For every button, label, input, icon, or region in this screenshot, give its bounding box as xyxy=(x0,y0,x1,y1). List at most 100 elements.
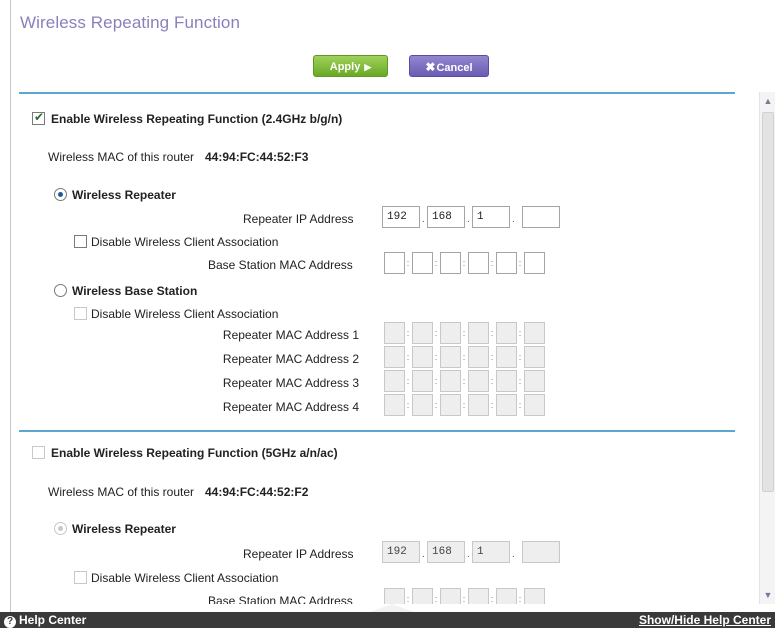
repeater-mac-3-octet-5[interactable] xyxy=(496,370,517,392)
show-hide-help-link[interactable]: Show/Hide Help Center xyxy=(639,613,771,627)
repeater-mac-4-octet-5[interactable] xyxy=(496,394,517,416)
base-station-mac-24-octet-4[interactable] xyxy=(468,252,489,274)
repeater-mac-4-octet-3[interactable] xyxy=(440,394,461,416)
base-station-mac-5-octet-1[interactable] xyxy=(384,588,405,604)
base-disable-client-assoc-checkbox[interactable] xyxy=(74,307,87,320)
mac-separator: : xyxy=(490,400,494,410)
cancel-button[interactable]: ✖Cancel xyxy=(409,55,489,77)
scroll-thumb[interactable] xyxy=(762,112,774,492)
repeater-ip5-octet-4[interactable] xyxy=(522,541,560,563)
repeater-ip-octet-1[interactable]: 192 xyxy=(382,206,420,228)
mac-separator: : xyxy=(518,594,522,604)
expand-triangle-icon[interactable] xyxy=(370,604,414,612)
wireless-repeater-radio-5[interactable] xyxy=(54,522,67,535)
repeater-mac-3-octet-2[interactable] xyxy=(412,370,433,392)
repeater-ip-octet-4[interactable] xyxy=(522,206,560,228)
repeater-mac-2-octet-6[interactable] xyxy=(524,346,545,368)
enable-24ghz-checkbox[interactable] xyxy=(32,110,45,125)
mac-separator: : xyxy=(518,328,522,338)
repeater-mac-2-octet-1[interactable] xyxy=(384,346,405,368)
base-station-mac-24-octet-2[interactable] xyxy=(412,252,433,274)
repeater-mac-4-octet-1[interactable] xyxy=(384,394,405,416)
mac-separator: : xyxy=(462,328,466,338)
mac-separator: : xyxy=(490,352,494,362)
mac-5ghz-value: 44:94:FC:44:52:F2 xyxy=(205,485,309,499)
help-center-label: Help Center xyxy=(19,613,87,627)
ip-dot: . xyxy=(512,214,515,225)
mac-separator: : xyxy=(406,400,410,410)
mac-24ghz-value: 44:94:FC:44:52:F3 xyxy=(205,150,309,164)
repeater-mac-2-octet-5[interactable] xyxy=(496,346,517,368)
base-disable-client-assoc-label: Disable Wireless Client Association xyxy=(91,307,279,321)
mac-separator: : xyxy=(434,328,438,338)
repeater-mac-label-1: Repeater MAC Address 1 xyxy=(222,328,359,342)
repeater-mac-1-octet-5[interactable] xyxy=(496,322,517,344)
repeater-mac-2-octet-3[interactable] xyxy=(440,346,461,368)
repeater-mac-4-octet-4[interactable] xyxy=(468,394,489,416)
base-station-mac-5-octet-5[interactable] xyxy=(496,588,517,604)
repeater-mac-1-octet-1[interactable] xyxy=(384,322,405,344)
repeater-ip-octet-2[interactable]: 168 xyxy=(427,206,465,228)
base-station-mac-5-octet-3[interactable] xyxy=(440,588,461,604)
disable-client-assoc-label-5: Disable Wireless Client Association xyxy=(91,571,279,585)
wireless-base-station-label: Wireless Base Station xyxy=(72,284,198,298)
repeater-mac-3-octet-4[interactable] xyxy=(468,370,489,392)
apply-button[interactable]: Apply ▶ xyxy=(313,55,388,77)
repeater-mac-1-octet-4[interactable] xyxy=(468,322,489,344)
settings-scroll-area: Enable Wireless Repeating Function (2.4G… xyxy=(19,92,759,604)
ip-dot: . xyxy=(467,214,470,225)
repeater-mac-1-octet-3[interactable] xyxy=(440,322,461,344)
ip-dot: . xyxy=(422,549,425,560)
apply-label: Apply xyxy=(329,61,361,73)
mac-separator: : xyxy=(518,400,522,410)
mac-separator: : xyxy=(490,328,494,338)
base-station-mac-24-octet-1[interactable] xyxy=(384,252,405,274)
repeater-ip5-octet-1[interactable]: 192 xyxy=(382,541,420,563)
disable-client-assoc-label-24: Disable Wireless Client Association xyxy=(91,235,279,249)
repeater-mac-3-octet-6[interactable] xyxy=(524,370,545,392)
repeater-mac-4-octet-2[interactable] xyxy=(412,394,433,416)
mac-separator: : xyxy=(434,376,438,386)
repeater-mac-1-octet-6[interactable] xyxy=(524,322,545,344)
cancel-label: Cancel xyxy=(436,62,473,74)
vertical-scrollbar[interactable]: ▲ ▼ xyxy=(759,92,775,604)
repeater-mac-3-octet-3[interactable] xyxy=(440,370,461,392)
repeater-ip5-octet-3[interactable]: 1 xyxy=(472,541,510,563)
scroll-up-arrow-icon[interactable]: ▲ xyxy=(761,94,775,108)
enable-5ghz-checkbox[interactable] xyxy=(32,446,45,459)
base-station-mac-5-octet-4[interactable] xyxy=(468,588,489,604)
base-station-mac-5-octet-2[interactable] xyxy=(412,588,433,604)
wireless-repeater-radio-24[interactable] xyxy=(54,188,67,201)
page-title: Wireless Repeating Function xyxy=(20,13,241,32)
enable-24ghz-label: Enable Wireless Repeating Function (2.4G… xyxy=(51,112,343,126)
repeater-mac-2-octet-4[interactable] xyxy=(468,346,489,368)
base-station-mac-24-octet-5[interactable] xyxy=(496,252,517,274)
repeater-ip5-octet-2[interactable]: 168 xyxy=(427,541,465,563)
repeater-mac-label-2: Repeater MAC Address 2 xyxy=(222,352,359,366)
base-station-mac-24-octet-3[interactable] xyxy=(440,252,461,274)
help-footer-bar: ? Help Center Show/Hide Help Center xyxy=(0,604,775,628)
disable-client-assoc-checkbox-5[interactable] xyxy=(74,571,87,584)
ip-dot: . xyxy=(422,214,425,225)
mac-separator: : xyxy=(490,258,494,268)
repeater-mac-4-octet-6[interactable] xyxy=(524,394,545,416)
disable-client-assoc-checkbox-24[interactable] xyxy=(74,235,87,248)
repeater-mac-label-3: Repeater MAC Address 3 xyxy=(222,376,359,390)
base-station-mac-label-5: Base Station MAC Address xyxy=(208,594,353,604)
mac-24ghz-prefix: Wireless MAC of this router xyxy=(48,150,195,164)
repeater-mac-label-4: Repeater MAC Address 4 xyxy=(222,400,359,414)
help-center-link[interactable]: ? Help Center xyxy=(4,613,86,628)
wireless-base-station-radio[interactable] xyxy=(54,284,67,297)
base-station-mac-24-octet-6[interactable] xyxy=(524,252,545,274)
mac-separator: : xyxy=(406,594,410,604)
mac-separator: : xyxy=(462,352,466,362)
repeater-mac-1-octet-2[interactable] xyxy=(412,322,433,344)
repeater-ip-label-24: Repeater IP Address xyxy=(243,212,354,226)
scroll-down-arrow-icon[interactable]: ▼ xyxy=(761,588,775,602)
play-arrow-icon: ▶ xyxy=(364,62,372,72)
repeater-mac-3-octet-1[interactable] xyxy=(384,370,405,392)
mac-separator: : xyxy=(434,258,438,268)
repeater-ip-octet-3[interactable]: 1 xyxy=(472,206,510,228)
base-station-mac-5-octet-6[interactable] xyxy=(524,588,545,604)
repeater-mac-2-octet-2[interactable] xyxy=(412,346,433,368)
